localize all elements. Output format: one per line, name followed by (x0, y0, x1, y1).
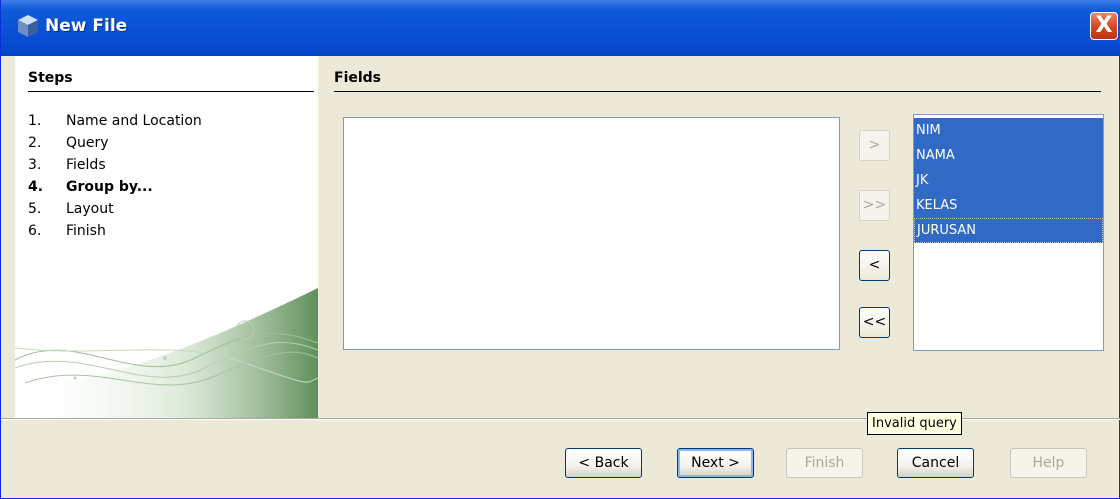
step-item-active: 4. Group by... (28, 176, 202, 198)
close-button[interactable]: X (1090, 12, 1118, 40)
help-button[interactable]: Help (1010, 448, 1087, 478)
remove-one-button[interactable]: < (859, 250, 890, 281)
remove-all-button[interactable]: << (859, 307, 890, 338)
step-number: 5. (28, 201, 42, 217)
cancel-button[interactable]: Cancel (897, 448, 974, 478)
step-number: 6. (28, 223, 42, 239)
finish-button[interactable]: Finish (786, 448, 863, 478)
step-label: Finish (66, 223, 106, 239)
tooltip: Invalid query (867, 412, 962, 435)
steps-list: 1. Name and Location 2. Query 3. Fields 4. G… (28, 110, 202, 242)
next-button[interactable]: Next > (677, 448, 754, 478)
available-fields-list[interactable] (343, 117, 840, 350)
list-item[interactable]: NAMA (914, 143, 1103, 168)
fields-panel: Fields > >> < << NIM NAMA JK KELAS JURUS… (318, 56, 1104, 418)
step-label: Name and Location (66, 113, 202, 129)
step-number: 2. (28, 135, 42, 151)
list-item[interactable]: NIM (914, 118, 1103, 143)
window-title: New File (45, 16, 128, 36)
step-item: 6. Finish (28, 220, 202, 242)
step-item: 2. Query (28, 132, 202, 154)
cube-icon (18, 15, 38, 37)
decorative-swirl-graphic (15, 288, 318, 418)
new-file-dialog: New File X Steps 1. Name and Location 2. Q… (0, 0, 1120, 499)
close-icon: X (1095, 13, 1113, 38)
add-one-button[interactable]: > (859, 130, 890, 161)
steps-divider (28, 91, 314, 92)
steps-panel: Steps 1. Name and Location 2. Query 3. Fiel… (15, 56, 318, 418)
step-number: 1. (28, 113, 42, 129)
step-item: 1. Name and Location (28, 110, 202, 132)
fields-divider (334, 91, 1101, 92)
back-button[interactable]: < Back (565, 448, 642, 478)
list-item[interactable]: KELAS (914, 193, 1103, 218)
step-number: 3. (28, 157, 42, 173)
step-label: Query (66, 135, 109, 151)
step-item: 5. Layout (28, 198, 202, 220)
selected-fields-list[interactable]: NIM NAMA JK KELAS JURUSAN (913, 114, 1104, 351)
fields-heading: Fields (334, 70, 382, 86)
steps-heading: Steps (28, 70, 73, 86)
title-bar[interactable]: New File X (1, 0, 1120, 56)
step-number: 4. (28, 179, 44, 195)
list-item[interactable]: JURUSAN (914, 218, 1103, 243)
step-label: Group by... (66, 179, 153, 195)
step-label: Layout (66, 201, 114, 217)
add-all-button[interactable]: >> (859, 190, 890, 221)
step-item: 3. Fields (28, 154, 202, 176)
step-label: Fields (66, 157, 106, 173)
list-item[interactable]: JK (914, 168, 1103, 193)
